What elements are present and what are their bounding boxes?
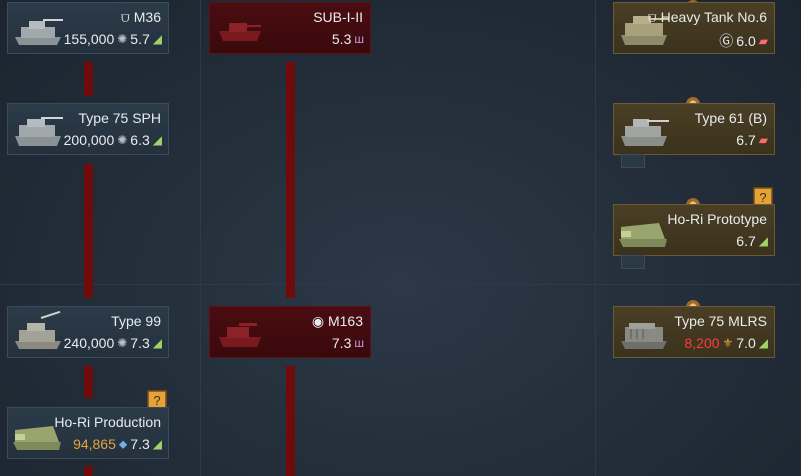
vehicle-name: Type 75 MLRS bbox=[674, 313, 767, 329]
rank-separator bbox=[0, 284, 801, 285]
vehicle-name: Ho-Ri Production bbox=[54, 414, 161, 430]
research-points-icon: ✺ bbox=[117, 336, 128, 350]
battle-rating: 6.3 bbox=[130, 132, 150, 148]
crosshair-target-icon: ◉ bbox=[311, 313, 325, 329]
svg-text:?: ? bbox=[759, 190, 766, 205]
link-horiprod-next bbox=[84, 466, 93, 476]
battle-rating: 7.3 bbox=[130, 436, 150, 452]
tank-thumbnail bbox=[15, 19, 63, 45]
vehicle-name: Ho-Ri Prototype bbox=[667, 211, 767, 227]
vehicle-name: SUB-I-II bbox=[313, 9, 363, 25]
link-m36-type75sph bbox=[84, 62, 93, 96]
tank-destroyer-class-icon: ⩌ bbox=[647, 9, 657, 25]
vehicle-card-heavy-tank-no6[interactable]: ⩌ Heavy Tank No.6 Ⓖ 6.0 ▰ bbox=[613, 2, 775, 54]
column-separator-left bbox=[200, 0, 201, 476]
vehicle-card-type-61-b[interactable]: Type 61 (B) 6.7 ▰ bbox=[613, 103, 775, 155]
tank-thumbnail bbox=[15, 311, 61, 349]
research-cost: 155,000 bbox=[63, 31, 115, 47]
ground-vehicle-icon: ◢ bbox=[152, 336, 162, 350]
research-progress-icon: ⬥ bbox=[118, 436, 128, 451]
heavy-tank-class-icon: ▰ bbox=[758, 133, 768, 147]
research-cost: 94,865 bbox=[73, 436, 116, 452]
vehicle-stats: 8,200 ⚜ 7.0 ◢ bbox=[684, 335, 768, 351]
vehicle-card-ho-ri-prototype[interactable]: Ho-Ri Prototype 6.7 ◢ bbox=[613, 204, 775, 256]
tank-destroyer-class-icon: ⩌ bbox=[120, 9, 130, 25]
gift-vehicle-icon: Ⓖ bbox=[719, 33, 734, 49]
tank-thumbnail bbox=[15, 117, 63, 146]
ground-vehicle-icon: ◢ bbox=[758, 336, 768, 350]
folder-expand-tab[interactable] bbox=[621, 255, 645, 269]
battle-rating: 5.7 bbox=[130, 31, 150, 47]
battle-rating: 5.3 bbox=[331, 31, 352, 47]
ground-vehicle-icon: ◢ bbox=[152, 133, 162, 147]
tank-thumbnail bbox=[219, 23, 261, 41]
tank-thumbnail bbox=[619, 223, 667, 247]
ground-vehicle-icon: ◢ bbox=[758, 234, 768, 248]
ground-vehicle-icon: ◢ bbox=[152, 32, 162, 46]
link-type99-horiprod bbox=[84, 366, 93, 398]
vehicle-name: ⩌ Heavy Tank No.6 bbox=[647, 9, 767, 25]
spaa-class-icon: ш bbox=[354, 32, 364, 46]
link-sub-m163 bbox=[286, 62, 295, 298]
battle-rating: 6.0 bbox=[736, 33, 756, 49]
vehicle-stats: 7.3 ш bbox=[332, 335, 364, 351]
vehicle-name: ⩌ M36 bbox=[120, 9, 161, 25]
heavy-tank-class-icon: ▰ bbox=[758, 34, 768, 48]
research-cost: 240,000 bbox=[63, 335, 115, 351]
vehicle-stats: 240,000 ✺ 7.3 ◢ bbox=[64, 335, 162, 351]
vehicle-card-type-75-mlrs[interactable]: Type 75 MLRS 8,200 ⚜ 7.0 ◢ bbox=[613, 306, 775, 358]
vehicle-card-m36[interactable]: ⩌ M36 155,000 ✺ 5.7 ◢ bbox=[7, 2, 169, 54]
battle-rating: 7.3 bbox=[331, 335, 352, 351]
ground-vehicle-icon: ◢ bbox=[152, 437, 162, 451]
tank-thumbnail bbox=[621, 323, 667, 349]
column-separator-right bbox=[595, 0, 596, 476]
spaa-class-icon: ш bbox=[354, 336, 364, 350]
vehicle-stats: 6.7 ◢ bbox=[736, 233, 768, 249]
tank-thumbnail bbox=[621, 119, 669, 146]
vehicle-stats: 155,000 ✺ 5.7 ◢ bbox=[64, 31, 162, 47]
link-m163-next bbox=[286, 366, 295, 476]
vehicle-stats: 5.3 ш bbox=[332, 31, 364, 47]
vehicle-card-type-99[interactable]: Type 99 240,000 ✺ 7.3 ◢ bbox=[7, 306, 169, 358]
battle-rating: 7.0 bbox=[736, 335, 756, 351]
folder-expand-tab[interactable] bbox=[621, 154, 645, 168]
battle-rating: 6.7 bbox=[736, 233, 756, 249]
vehicle-stats: Ⓖ 6.0 ▰ bbox=[719, 31, 768, 51]
research-points-icon: ✺ bbox=[117, 32, 128, 46]
research-cost: 8,200 bbox=[684, 335, 720, 351]
battle-rating: 6.7 bbox=[736, 132, 756, 148]
vehicle-name: Type 61 (B) bbox=[694, 110, 767, 126]
squadron-research-icon: ⚜ bbox=[722, 336, 734, 350]
vehicle-card-m163[interactable]: ◉ M163 7.3 ш bbox=[209, 306, 371, 358]
vehicle-stats: 6.7 ▰ bbox=[736, 132, 768, 148]
vehicle-card-type-75-sph[interactable]: Type 75 SPH 200,000 ✺ 6.3 ◢ bbox=[7, 103, 169, 155]
tank-thumbnail bbox=[219, 323, 261, 347]
vehicle-card-ho-ri-production[interactable]: Ho-Ri Production 94,865 ⬥ 7.3 ◢ bbox=[7, 407, 169, 459]
vehicle-name: Type 99 bbox=[111, 313, 161, 329]
research-points-icon: ✺ bbox=[117, 133, 128, 147]
vehicle-name: Type 75 SPH bbox=[78, 110, 162, 126]
vehicle-stats: 94,865 ⬥ 7.3 ◢ bbox=[73, 436, 162, 452]
vehicle-card-sub-i-ii[interactable]: SUB-I-II 5.3 ш bbox=[209, 2, 371, 54]
battle-rating: 7.3 bbox=[130, 335, 150, 351]
vehicle-name: ◉ M163 bbox=[311, 313, 363, 329]
vehicle-stats: 200,000 ✺ 6.3 ◢ bbox=[64, 132, 162, 148]
link-type75sph-type99 bbox=[84, 164, 93, 298]
research-cost: 200,000 bbox=[63, 132, 115, 148]
svg-text:?: ? bbox=[153, 393, 160, 408]
